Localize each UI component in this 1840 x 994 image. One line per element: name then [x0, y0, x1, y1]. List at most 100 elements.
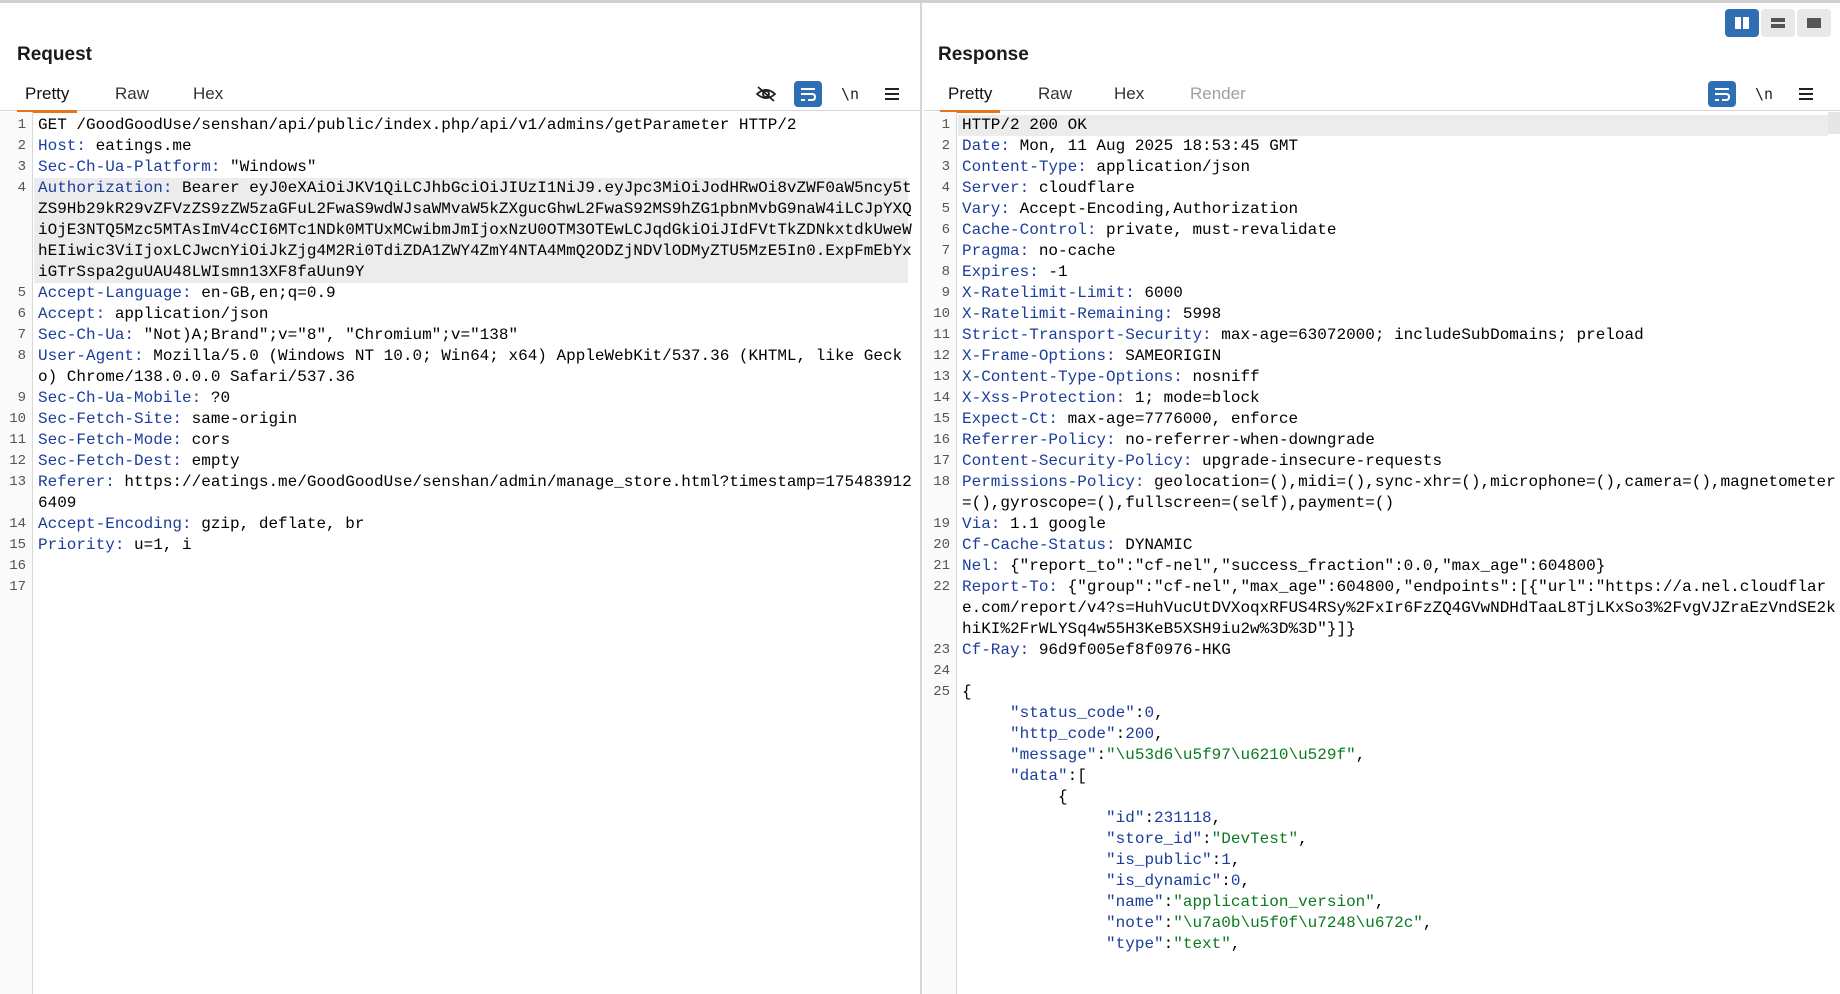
code-line[interactable]: 12 X-Frame-Options: SAMEORIGIN	[924, 346, 1840, 367]
code-line[interactable]: 18 Permissions-Policy: geolocation=(),mid…	[924, 472, 1840, 514]
code-line[interactable]: 17​	[0, 577, 920, 598]
menu-icon[interactable]	[1792, 81, 1820, 107]
code-line[interactable]: 6 Accept: application/json	[0, 304, 920, 325]
code-line[interactable]: "id":231118,	[924, 808, 1840, 829]
code-line[interactable]: 12 Sec-Fetch-Dest: empty	[0, 451, 920, 472]
line-text: Permissions-Policy: geolocation=(),midi=…	[954, 472, 1840, 514]
line-number: 16	[9, 558, 26, 574]
header-name: Date:	[962, 137, 1011, 155]
header-name: Nel:	[962, 557, 1001, 575]
code-line[interactable]: 20 Cf-Cache-Status: DYNAMIC	[924, 535, 1840, 556]
code-line[interactable]: 1 GET /GoodGoodUse/senshan/api/public/ind…	[0, 115, 920, 136]
code-line[interactable]: 9 Sec-Ch-Ua-Mobile: ?0	[0, 388, 920, 409]
code-line[interactable]: "type":"text",	[924, 934, 1840, 955]
code-line[interactable]: "is_public":1,	[924, 850, 1840, 871]
word-wrap-icon[interactable]	[794, 81, 822, 107]
header-value: same-origin	[182, 410, 298, 428]
code-line[interactable]: 19 Via: 1.1 google	[924, 514, 1840, 535]
json-punct: ,	[1240, 872, 1251, 890]
show-newlines-icon[interactable]: \n	[836, 81, 864, 107]
code-line[interactable]: 11 Sec-Fetch-Mode: cors	[0, 430, 920, 451]
header-value: Accept-Encoding,Authorization	[1010, 200, 1299, 218]
code-line[interactable]: 9 X-Ratelimit-Limit: 6000	[924, 283, 1840, 304]
request-tab-pretty[interactable]: Pretty	[17, 84, 78, 113]
code-line[interactable]: 15 Priority: u=1, i	[0, 535, 920, 556]
code-line[interactable]: "status_code":0,	[924, 703, 1840, 724]
header-value: no-referrer-when-downgrade	[1115, 431, 1375, 449]
code-line[interactable]: 14 Accept-Encoding: gzip, deflate, br	[0, 514, 920, 535]
code-line[interactable]: "store_id":"DevTest",	[924, 829, 1840, 850]
json-key: "store_id"	[1106, 830, 1203, 848]
line-number: 20	[933, 537, 950, 553]
code-line[interactable]: 13 X-Content-Type-Options: nosniff	[924, 367, 1840, 388]
code-line[interactable]: "is_dynamic":0,	[924, 871, 1840, 892]
code-line[interactable]: 8 Expires: -1	[924, 262, 1840, 283]
header-value: 6000	[1134, 284, 1183, 302]
code-line[interactable]: 5 Vary: Accept-Encoding,Authorization	[924, 199, 1840, 220]
line-number: 17	[933, 453, 950, 469]
code-line[interactable]: 6 Cache-Control: private, must-revalidate	[924, 220, 1840, 241]
code-line[interactable]: 4 Server: cloudflare	[924, 178, 1840, 199]
code-line[interactable]: 2 Host: eatings.me	[0, 136, 920, 157]
code-line[interactable]: 13 Referer: https://eatings.me/GoodGoodUs…	[0, 472, 920, 514]
line-text: X-Ratelimit-Remaining: 5998	[954, 304, 1840, 325]
code-line[interactable]: 2 Date: Mon, 11 Aug 2025 18:53:45 GMT	[924, 136, 1840, 157]
code-line[interactable]: 14 X-Xss-Protection: 1; mode=block	[924, 388, 1840, 409]
line-number: 24	[933, 663, 950, 679]
show-newlines-icon[interactable]: \n	[1750, 81, 1778, 107]
response-tab-pretty[interactable]: Pretty	[940, 84, 1001, 113]
code-line[interactable]: 16​	[0, 556, 920, 577]
word-wrap-icon[interactable]	[1708, 81, 1736, 107]
hide-non-printable-icon[interactable]	[752, 81, 780, 107]
code-line[interactable]: 16 Referrer-Policy: no-referrer-when-down…	[924, 430, 1840, 451]
code-line[interactable]: 25 {	[924, 682, 1840, 703]
code-line[interactable]: 11 Strict-Transport-Security: max-age=630…	[924, 325, 1840, 346]
code-line[interactable]: 10 Sec-Fetch-Site: same-origin	[0, 409, 920, 430]
request-tab-hex[interactable]: Hex	[185, 84, 231, 110]
code-line[interactable]: "http_code":200,	[924, 724, 1840, 745]
response-tab-hex[interactable]: Hex	[1106, 84, 1152, 110]
line-text: "name":"application_version",	[954, 892, 1840, 913]
header-name: Referer:	[38, 473, 115, 491]
code-line[interactable]: 3 Content-Type: application/json	[924, 157, 1840, 178]
code-line[interactable]: 21 Nel: {"report_to":"cf-nel","success_fr…	[924, 556, 1840, 577]
code-line[interactable]: 3 Sec-Ch-Ua-Platform: "Windows"	[0, 157, 920, 178]
response-editor[interactable]: 1 HTTP/2 200 OK 2 Date: Mon, 11 Aug 2025 18…	[924, 112, 1840, 994]
code-line[interactable]: 22 Report-To: {"group":"cf-nel","max_age"…	[924, 577, 1840, 640]
code-line[interactable]: "name":"application_version",	[924, 892, 1840, 913]
line-text: {	[962, 683, 972, 701]
header-value: SAMEORIGIN	[1115, 347, 1222, 365]
header-value: private, must-revalidate	[1096, 221, 1337, 239]
code-line[interactable]: 8 User-Agent: Mozilla/5.0 (Windows NT 10.…	[0, 346, 920, 388]
request-code[interactable]: 1 GET /GoodGoodUse/senshan/api/public/ind…	[0, 115, 920, 598]
code-line[interactable]: 7 Sec-Ch-Ua: "Not)A;Brand";v="8", "Chromi…	[0, 325, 920, 346]
code-line[interactable]: 1 HTTP/2 200 OK	[924, 115, 1840, 136]
request-tab-raw[interactable]: Raw	[107, 84, 157, 110]
request-editor[interactable]: 1 GET /GoodGoodUse/senshan/api/public/ind…	[0, 112, 920, 994]
code-line[interactable]: 24​	[924, 661, 1840, 682]
code-line[interactable]: "data":[	[924, 766, 1840, 787]
code-line[interactable]: 5 Accept-Language: en-GB,en;q=0.9	[0, 283, 920, 304]
code-line[interactable]: 23 Cf-Ray: 96d9f005ef8f0976-HKG	[924, 640, 1840, 661]
response-tab-raw[interactable]: Raw	[1030, 84, 1080, 110]
menu-icon[interactable]	[878, 81, 906, 107]
code-line[interactable]: "note":"\u7a0b\u5f0f\u7248\u672c",	[924, 913, 1840, 934]
code-line[interactable]: 10 X-Ratelimit-Remaining: 5998	[924, 304, 1840, 325]
code-line[interactable]: 17 Content-Security-Policy: upgrade-insec…	[924, 451, 1840, 472]
response-code[interactable]: 1 HTTP/2 200 OK 2 Date: Mon, 11 Aug 2025 18…	[924, 115, 1840, 955]
line-number: 9	[941, 285, 950, 301]
line-text: Vary: Accept-Encoding,Authorization	[954, 199, 1840, 220]
line-number	[924, 808, 954, 829]
header-value: 1; mode=block	[1125, 389, 1260, 407]
code-line[interactable]: {	[924, 787, 1840, 808]
response-tab-render[interactable]: Render	[1182, 84, 1254, 110]
json-key: "is_dynamic"	[1106, 872, 1222, 890]
code-line[interactable]: 4 Authorization: Bearer eyJ0eXAiOiJKV1QiL…	[0, 178, 920, 283]
code-line[interactable]: 7 Pragma: no-cache	[924, 241, 1840, 262]
header-value: application/json	[105, 305, 269, 323]
json-value: 231118	[1154, 809, 1212, 827]
header-name: Cf-Ray:	[962, 641, 1030, 659]
code-line[interactable]: "message":"\u53d6\u5f97\u6210\u529f",	[924, 745, 1840, 766]
code-line[interactable]: 15 Expect-Ct: max-age=7776000, enforce	[924, 409, 1840, 430]
